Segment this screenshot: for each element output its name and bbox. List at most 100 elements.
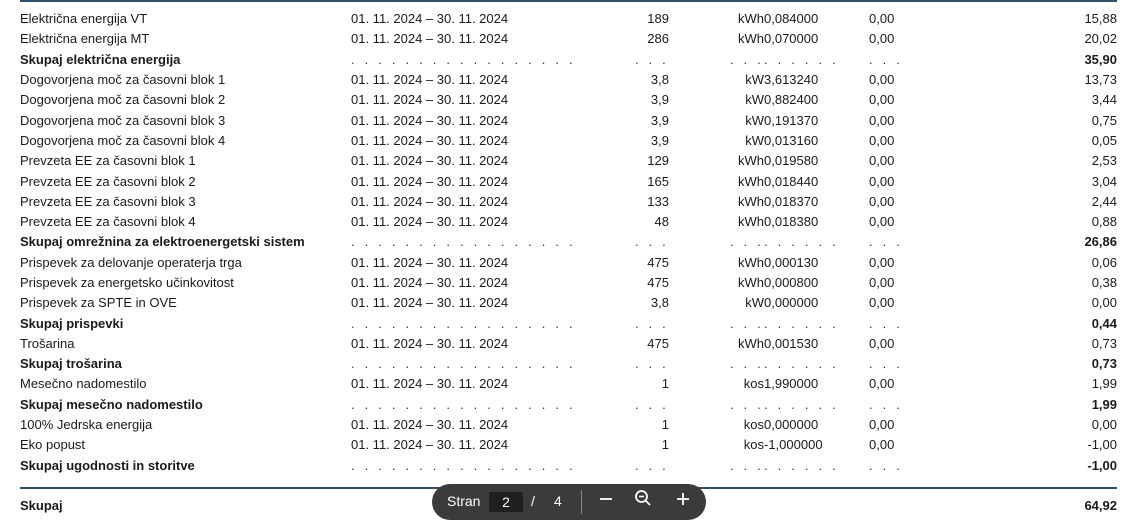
item-discount: . . . [869, 51, 904, 67]
item-unit-price: 0,013160 [764, 132, 819, 148]
item-quantity: . . . [634, 51, 669, 67]
table-row: Mesečno nadomestilo 01. 11. 2024 – 30. 11… [20, 374, 1117, 394]
table-row: Prevzeta EE za časovni blok 4 01. 11. 202… [20, 212, 1117, 232]
item-quantity: 1 [661, 417, 669, 433]
item-description: Skupaj omrežnina za elektroenergetski si… [20, 234, 305, 250]
item-discount: 0,00 [869, 31, 895, 47]
magnifier-minus-icon[interactable] [629, 487, 657, 515]
item-description: Prispevek za energetsko učinkovitost [20, 275, 234, 290]
item-unit-price: . . . . . . [764, 51, 839, 67]
toolbar-divider [581, 490, 582, 514]
item-description: Skupaj mesečno nadomestilo [20, 396, 203, 412]
item-period: . . . . . . . . . . . . . . . . . [351, 356, 576, 372]
item-period: 01. 11. 2024 – 30. 11. 2024 [351, 437, 509, 453]
item-discount: 0,00 [869, 112, 895, 128]
item-unit-price: 3,613240 [764, 72, 819, 88]
item-unit: kWh [738, 31, 764, 47]
item-description: Skupaj trošarina [20, 356, 122, 372]
table-row: Eko popust 01. 11. 2024 – 30. 11. 2024 1 ko… [20, 435, 1117, 455]
item-unit: kWh [738, 335, 764, 351]
item-unit-price: 0,084000 [764, 11, 819, 27]
item-quantity: 3,9 [650, 112, 669, 128]
item-period: 01. 11. 2024 – 30. 11. 2024 [351, 11, 509, 27]
item-quantity: 48 [654, 214, 669, 230]
item-unit: . . . [729, 457, 764, 473]
page-separator: / [531, 493, 535, 509]
item-amount: 0,88 [1091, 214, 1117, 230]
table-row: 100% Jedrska energija 01. 11. 2024 – 30. … [20, 415, 1117, 435]
item-unit: kos [743, 376, 764, 392]
table-row: Dogovorjena moč za časovni blok 2 01. 11.… [20, 90, 1117, 110]
item-unit: . . . [729, 51, 764, 67]
item-period: . . . . . . . . . . . . . . . . . [351, 51, 576, 67]
item-unit-price: 0,001530 [764, 335, 819, 351]
item-period: 01. 11. 2024 – 30. 11. 2024 [351, 72, 509, 88]
item-quantity: 3,8 [650, 295, 669, 311]
item-period: 01. 11. 2024 – 30. 11. 2024 [351, 132, 509, 148]
item-period: . . . . . . . . . . . . . . . . . [351, 315, 576, 331]
item-unit: kW [745, 92, 764, 108]
item-amount: 3,04 [1091, 173, 1117, 189]
item-unit-price: -1,000000 [764, 437, 823, 453]
total-pages: 4 [554, 493, 562, 509]
item-period: 01. 11. 2024 – 30. 11. 2024 [351, 275, 509, 290]
invoice-items-table: Električna energija VT 01. 11. 2024 – 30.… [20, 9, 1117, 476]
table-row: Prispevek za delovanje operaterja trga 01… [20, 253, 1117, 273]
current-page-input[interactable]: 2 [489, 492, 523, 512]
item-description: Prevzeta EE za časovni blok 1 [20, 153, 196, 169]
plus-icon[interactable] [669, 487, 697, 515]
item-unit-price: 0,882400 [764, 92, 819, 108]
table-row: Dogovorjena moč za časovni blok 4 01. 11.… [20, 131, 1117, 151]
table-row: Dogovorjena moč za časovni blok 3 01. 11.… [20, 110, 1117, 130]
item-period: 01. 11. 2024 – 30. 11. 2024 [351, 254, 509, 270]
item-quantity: 1 [661, 376, 669, 392]
item-description: Prevzeta EE za časovni blok 2 [20, 173, 196, 189]
item-period: . . . . . . . . . . . . . . . . . [351, 234, 576, 250]
item-discount: 0,00 [869, 214, 895, 230]
item-unit: kW [745, 295, 764, 311]
item-discount: . . . [869, 396, 904, 412]
subtotal-row: Skupaj mesečno nadomestilo . . . . . . . … [20, 395, 1117, 415]
item-period: 01. 11. 2024 – 30. 11. 2024 [351, 92, 509, 108]
item-period: 01. 11. 2024 – 30. 11. 2024 [351, 295, 509, 311]
item-discount: . . . [869, 457, 904, 473]
table-row: Električna energija MT 01. 11. 2024 – 30.… [20, 29, 1117, 49]
item-description: Trošarina [20, 335, 75, 351]
item-unit-price: 0,000800 [764, 275, 819, 290]
table-row: Trošarina 01. 11. 2024 – 30. 11. 2024 475 k… [20, 334, 1117, 354]
item-unit-price: . . . . . . [764, 356, 839, 372]
subtotal-row: Skupaj električna energija . . . . . . . … [20, 50, 1117, 70]
item-period: 01. 11. 2024 – 30. 11. 2024 [351, 153, 509, 169]
item-description: 100% Jedrska energija [20, 417, 153, 433]
item-unit-price: 0,019580 [764, 153, 819, 169]
item-period: 01. 11. 2024 – 30. 11. 2024 [351, 112, 509, 128]
item-period: 01. 11. 2024 – 30. 11. 2024 [351, 417, 509, 433]
item-amount: 0,75 [1091, 112, 1117, 128]
subtotal-row: Skupaj trošarina . . . . . . . . . . . . … [20, 354, 1117, 374]
item-period: 01. 11. 2024 – 30. 11. 2024 [351, 193, 509, 209]
subtotal-row: Skupaj omrežnina za elektroenergetski si… [20, 232, 1117, 252]
item-description: Električna energija VT [20, 11, 148, 27]
minus-icon[interactable] [592, 487, 620, 515]
item-quantity: . . . [634, 457, 669, 473]
item-description: Skupaj električna energija [20, 51, 181, 67]
table-row: Prevzeta EE za časovni blok 1 01. 11. 202… [20, 151, 1117, 171]
table-row: Prispevek za SPTE in OVE 01. 11. 2024 – 3… [20, 293, 1117, 313]
subtotal-row: Skupaj prispevki . . . . . . . . . . . . … [20, 313, 1117, 333]
item-unit-price: 0,191370 [764, 112, 819, 128]
item-unit-price: 0,000130 [764, 254, 819, 270]
item-discount: 0,00 [869, 275, 895, 290]
item-discount: 0,00 [869, 72, 895, 88]
item-unit-price: 0,018380 [764, 214, 819, 230]
item-quantity: 475 [647, 335, 669, 351]
item-unit-price: . . . . . . [764, 396, 839, 412]
item-discount: 0,00 [869, 11, 895, 27]
item-description: Prevzeta EE za časovni blok 4 [20, 214, 196, 230]
item-quantity: 165 [647, 173, 669, 189]
item-unit: kW [745, 112, 764, 128]
table-row: Električna energija VT 01. 11. 2024 – 30.… [20, 9, 1117, 29]
item-discount: 0,00 [869, 417, 895, 433]
item-unit-price: 0,018440 [764, 173, 819, 189]
item-unit: kW [745, 132, 764, 148]
item-amount: 15,88 [1084, 11, 1117, 27]
